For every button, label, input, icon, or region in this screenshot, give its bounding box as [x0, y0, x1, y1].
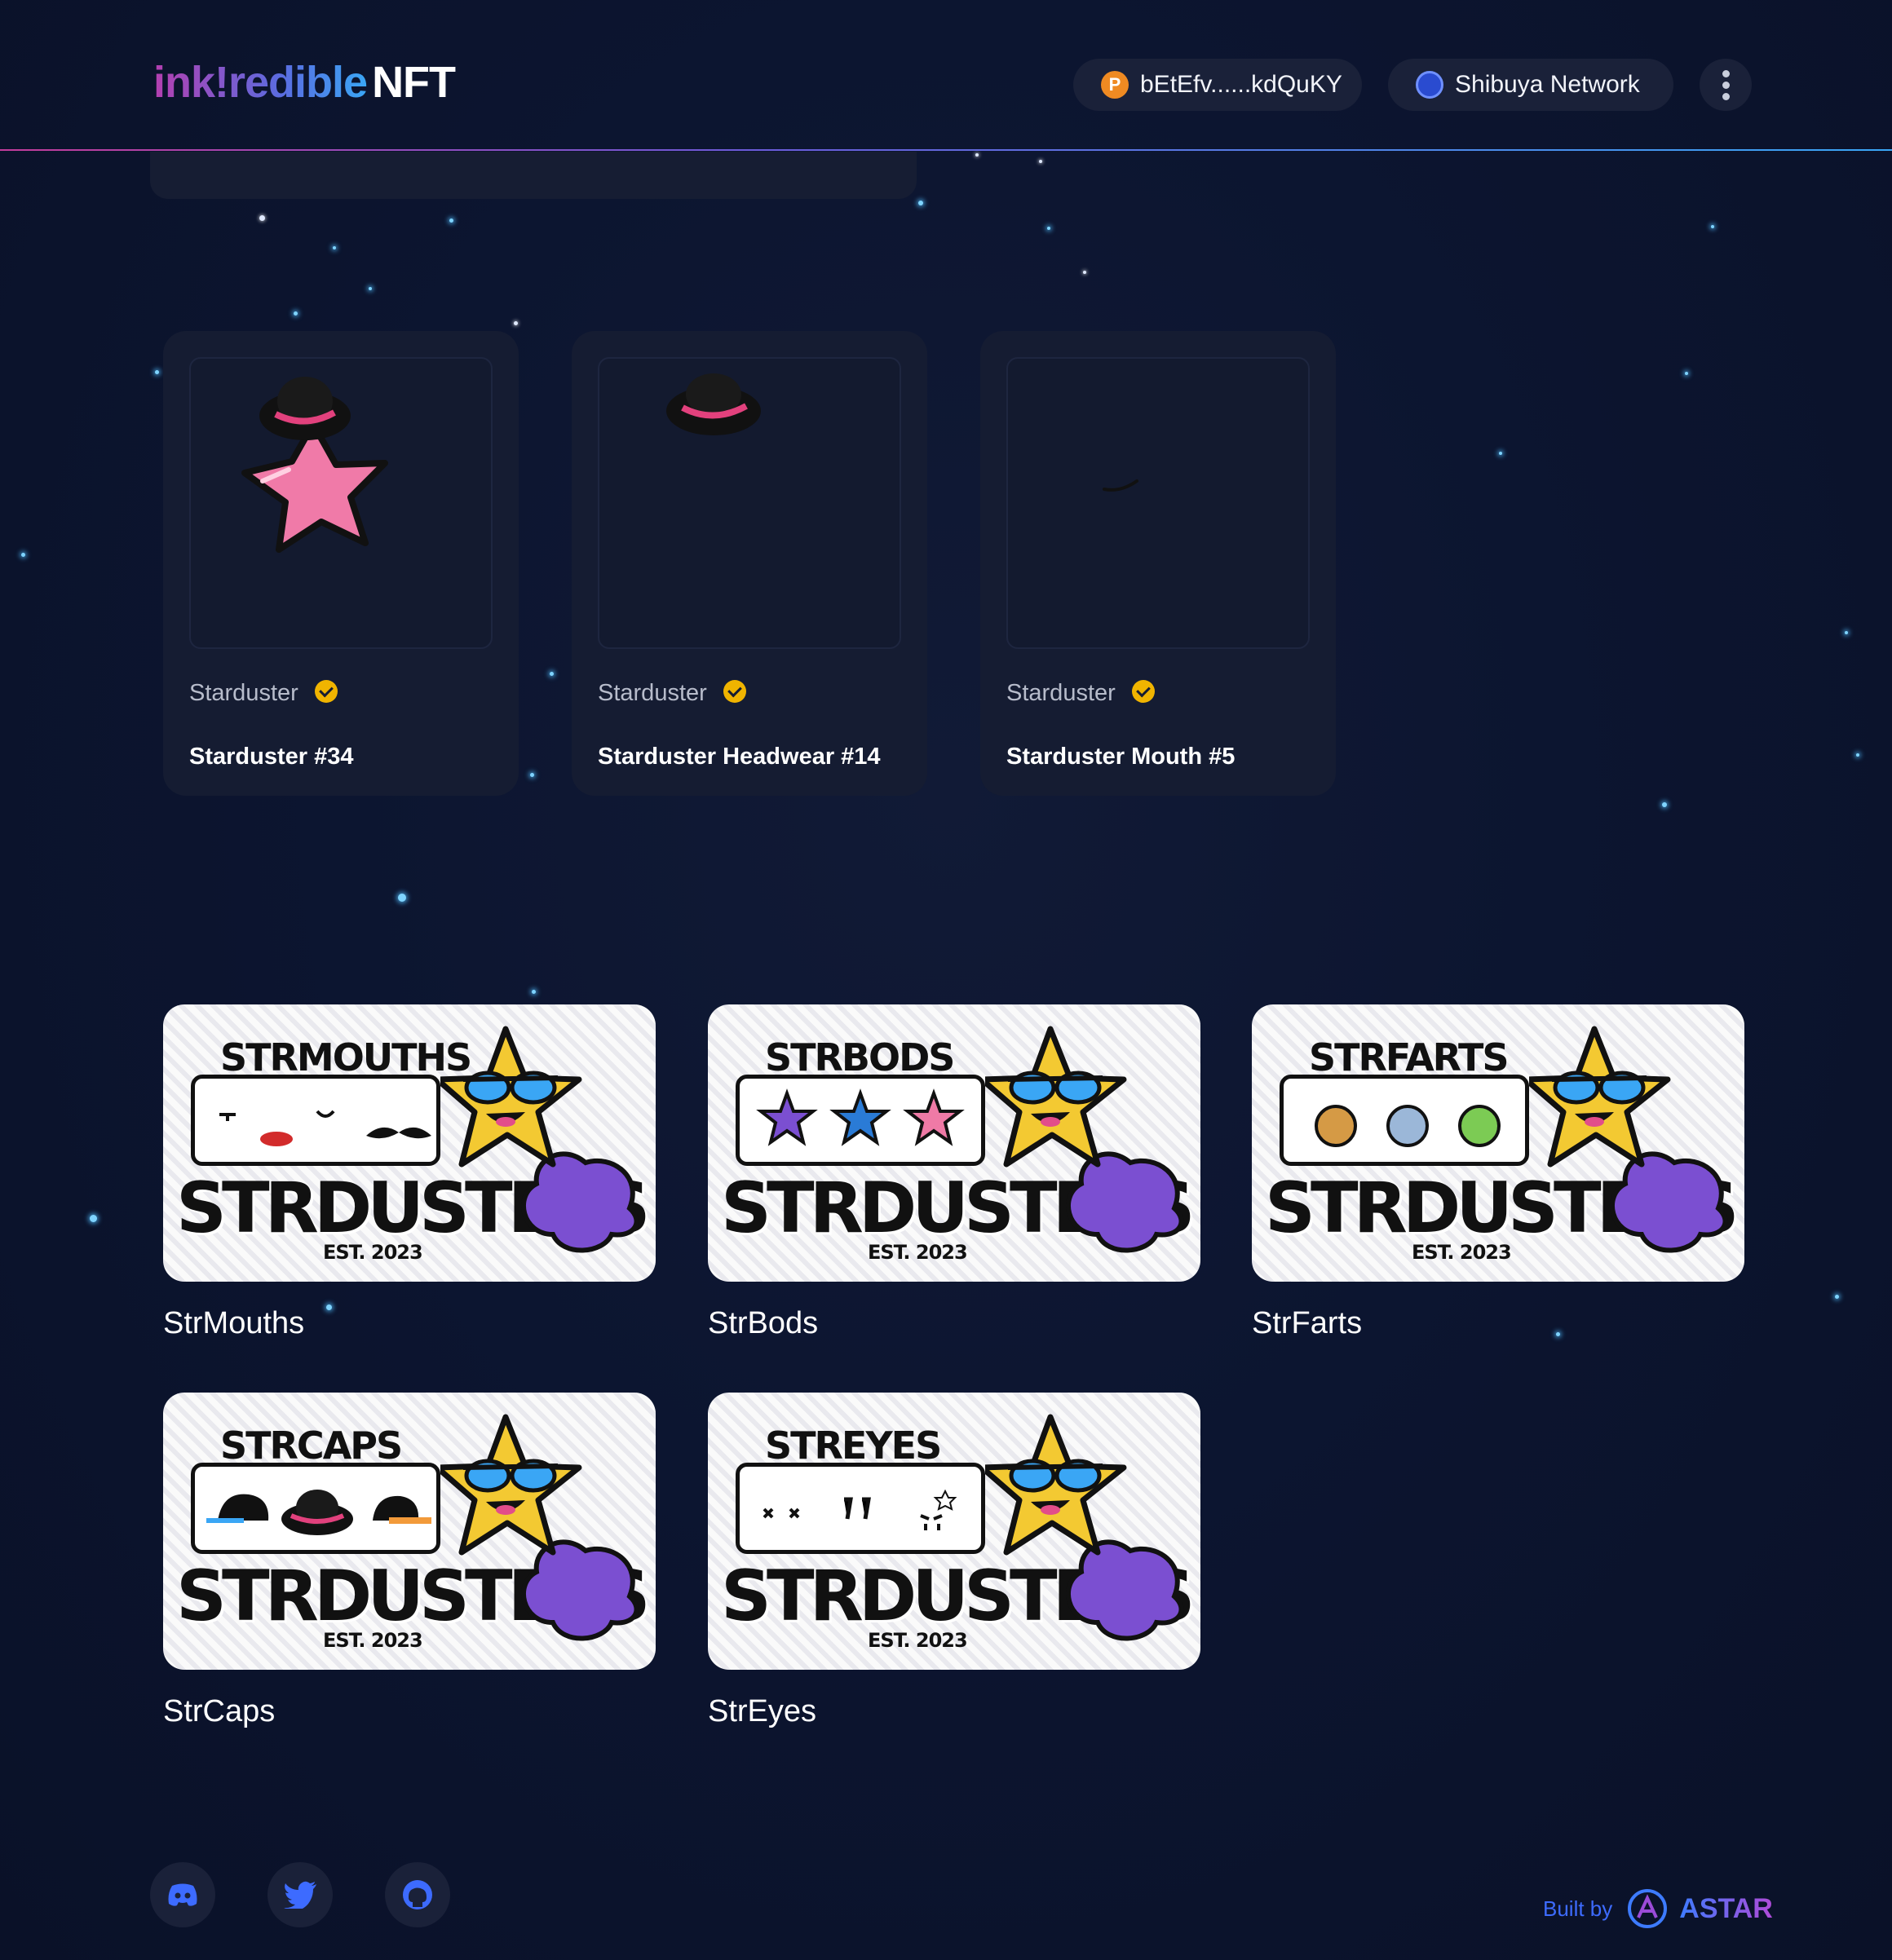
banner-preview-box — [191, 1463, 440, 1554]
banner-preview-box — [736, 1463, 985, 1554]
nft-name: Starduster Headwear #14 — [598, 744, 881, 770]
collection-card[interactable]: STRCAPS STRDUSTERS EST. 2023 — [163, 1393, 656, 1670]
twitter-icon — [284, 1881, 316, 1909]
nft-image-pink-star — [189, 357, 493, 649]
collection-name[interactable]: StrCaps — [163, 1694, 275, 1729]
banner-preview-box — [736, 1075, 985, 1166]
collection-card[interactable]: STRFARTS STRDUSTERS EST. 2023 — [1252, 1004, 1744, 1282]
top-nav-bar: ink!redible NFT P bEtEfv......kdQuKY Shib… — [0, 0, 1892, 151]
banner-title: STREYES — [765, 1424, 942, 1468]
nft-name: Starduster Mouth #5 — [1006, 744, 1236, 770]
nft-card[interactable]: Starduster Starduster Mouth #5 — [980, 331, 1336, 796]
polkadot-icon: P — [1101, 71, 1129, 99]
banner-est: EST. 2023 — [868, 1629, 968, 1652]
collection-card[interactable]: STREYES STRDUSTERS EST. 2023 — [708, 1393, 1200, 1670]
collection-name: Starduster — [598, 680, 707, 706]
collection-name[interactable]: StrEyes — [708, 1694, 816, 1729]
built-by-text: Built by — [1543, 1896, 1613, 1921]
collection-name[interactable]: StrBods — [708, 1306, 818, 1341]
verified-badge-icon — [1131, 679, 1155, 703]
verified-badge-icon — [314, 679, 338, 703]
dropdown-panel-edge — [150, 152, 917, 199]
built-by-astar-link[interactable]: Built by ASTAR — [1543, 1888, 1773, 1929]
discord-button[interactable] — [150, 1862, 215, 1927]
banner-title: STRBODS — [765, 1035, 955, 1079]
banner-est: EST. 2023 — [868, 1241, 968, 1264]
network-name: Shibuya Network — [1455, 71, 1640, 98]
nft-collection-label: Starduster — [1006, 679, 1155, 707]
nft-collection-label: Starduster — [189, 679, 338, 707]
banner-title: STRCAPS — [220, 1424, 403, 1468]
collection-name[interactable]: StrFarts — [1252, 1306, 1362, 1341]
collection-name: Starduster — [1006, 680, 1116, 706]
banner-est: EST. 2023 — [1412, 1241, 1512, 1264]
astar-brand-text: ASTAR — [1679, 1892, 1773, 1924]
network-selector-button[interactable]: Shibuya Network — [1388, 59, 1673, 111]
nft-card[interactable]: Starduster Starduster #34 — [163, 331, 519, 796]
logo-ink-text: ink!redible — [153, 58, 368, 107]
banner-title: STRFARTS — [1309, 1035, 1510, 1079]
shibuya-icon — [1416, 71, 1443, 99]
nft-collection-label: Starduster — [598, 679, 746, 707]
banner-preview-box — [191, 1075, 440, 1166]
collection-name: Starduster — [189, 680, 298, 706]
nft-image-hat — [598, 357, 901, 649]
account-address: bEtEfv......kdQuKY — [1140, 71, 1342, 98]
header-divider — [0, 149, 1892, 151]
verified-badge-icon — [723, 679, 746, 703]
discord-icon — [168, 1883, 197, 1906]
banner-est: EST. 2023 — [323, 1629, 423, 1652]
github-icon — [403, 1880, 432, 1909]
banner-title: STRMOUTHS — [220, 1035, 472, 1079]
nft-card[interactable]: Starduster Starduster Headwear #14 — [572, 331, 927, 796]
more-menu-button[interactable] — [1700, 59, 1752, 111]
collection-card[interactable]: STRMOUTHS STRDUSTERS EST. 2023 — [163, 1004, 656, 1282]
account-selector-button[interactable]: P bEtEfv......kdQuKY — [1073, 59, 1362, 111]
collection-name[interactable]: StrMouths — [163, 1306, 304, 1341]
twitter-button[interactable] — [267, 1862, 333, 1927]
app-logo[interactable]: ink!redible NFT — [153, 57, 456, 108]
banner-est: EST. 2023 — [323, 1241, 423, 1264]
astar-logo-icon — [1628, 1889, 1668, 1928]
more-vertical-icon — [1722, 69, 1730, 77]
collection-card[interactable]: STRBODS STRDUSTERS EST. 2023 — [708, 1004, 1200, 1282]
nft-image-mouth — [1006, 357, 1310, 649]
logo-nft-text: NFT — [372, 58, 456, 107]
banner-preview-box — [1280, 1075, 1529, 1166]
github-button[interactable] — [385, 1862, 450, 1927]
nft-name: Starduster #34 — [189, 744, 354, 770]
